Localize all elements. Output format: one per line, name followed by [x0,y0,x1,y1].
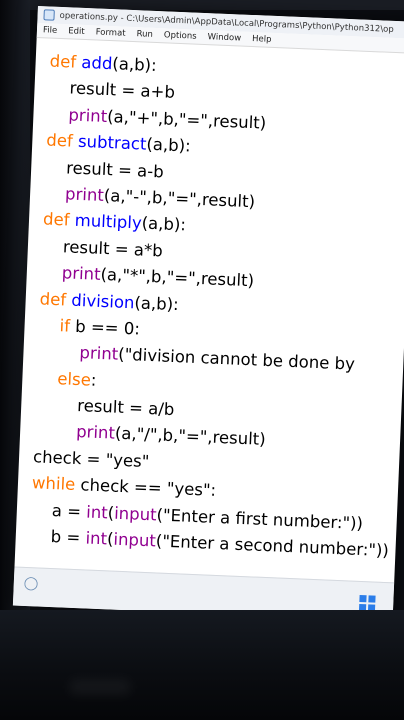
code-token: def [45,130,79,151]
code-token: check == "yes": [74,475,217,501]
code-token: (a,b): [112,54,158,76]
code-token: multiply [74,211,143,233]
code-token: print [79,343,119,364]
idle-editor-window: operations.py - C:\Users\Admin\AppData\L… [12,6,404,622]
code-token: int [85,502,109,522]
code-editor[interactable]: def add(a,b): result = a+b print(a,"+",b… [15,38,404,565]
code-token: (a,b): [146,134,192,156]
code-token: (a,"/",b,"=",result) [114,424,267,450]
menu-edit[interactable]: Edit [68,26,85,37]
code-token: def [42,209,76,231]
menu-help[interactable]: Help [252,34,272,45]
code-token: (a,b): [141,213,187,235]
code-token: result = a+b [48,77,176,103]
code-token: (a,"+",b,"=",result) [106,106,267,133]
python-file-icon [43,9,55,21]
code-token: result = a/b [34,394,175,420]
desk-surface [0,610,404,720]
menu-format[interactable]: Format [95,27,125,38]
code-token: print [68,105,108,126]
code-token: division [71,290,135,312]
code-token: result = a*b [41,236,164,261]
menu-file[interactable]: File [43,25,58,36]
code-token: add [80,52,113,74]
code-token: (a,"*",b,"=",result) [100,264,255,291]
code-token: ("Enter a second number:")) [155,531,390,561]
code-token: input [113,503,158,525]
code-token: input [113,529,157,551]
code-token: ("Enter a first number:")) [156,505,364,533]
code-token: print [75,422,116,444]
menu-run[interactable]: Run [136,29,153,40]
code-token: print [64,184,105,205]
code-token: : [90,370,97,390]
code-token: subtract [77,131,147,154]
search-icon[interactable]: ◯ [23,576,38,592]
code-token: def [49,51,82,72]
menu-window[interactable]: Window [207,32,241,43]
code-token: def [39,288,72,310]
code-token: check = "yes" [32,447,150,471]
code-token: b = [29,526,86,548]
code-token: int [85,528,108,549]
code-token: b == 0: [69,316,141,339]
menu-options[interactable]: Options [164,30,197,41]
code-token: result = a-b [44,157,165,181]
desk-reflection [70,680,130,694]
code-token: (a,"-",b,"=",result) [103,185,256,212]
code-token: else [57,368,92,390]
code-token: while [31,473,76,495]
code-token: a = [30,499,87,522]
code-token: print [61,263,101,284]
code-token: (a,b): [134,292,180,314]
